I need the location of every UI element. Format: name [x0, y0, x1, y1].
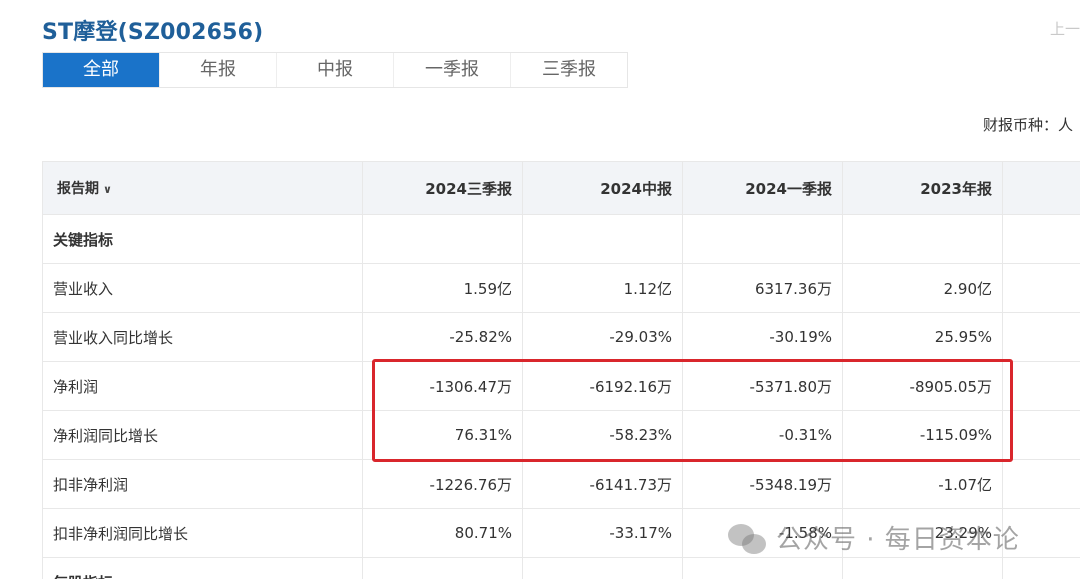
table-row: 净利润同比增长 76.31% -58.23% -0.31% -115.09%	[42, 410, 1080, 460]
tab-annual[interactable]: 年报	[160, 53, 277, 87]
column-header: 20	[1002, 161, 1080, 215]
column-header: 2024三季报	[362, 161, 523, 215]
table-cell: -30.19%	[682, 312, 843, 362]
tab-q1[interactable]: 一季报	[394, 53, 511, 87]
table-cell: 1.12亿	[522, 263, 683, 313]
table-cell	[1002, 312, 1080, 362]
table-cell: 25.95%	[842, 312, 1003, 362]
table-cell: 76.31%	[362, 410, 523, 460]
row-label: 扣非净利润同比增长	[42, 508, 363, 558]
table-cell	[682, 214, 843, 264]
table-cell	[1002, 263, 1080, 313]
table-cell	[522, 557, 683, 579]
column-header: 2024中报	[522, 161, 683, 215]
table-cell	[522, 214, 683, 264]
prev-link[interactable]: 上一	[1050, 18, 1080, 39]
row-label: 营业收入	[42, 263, 363, 313]
table-header-row: 报告期 ∨ 2024三季报 2024中报 2024一季报 2023年报 20	[42, 161, 1080, 215]
table-cell	[682, 557, 843, 579]
table-cell	[1002, 410, 1080, 460]
column-header: 2023年报	[842, 161, 1003, 215]
table-cell: -29.03%	[522, 312, 683, 362]
table-cell: -1306.47万	[362, 361, 523, 411]
table-cell: -1226.76万	[362, 459, 523, 509]
table-cell: -58.23%	[522, 410, 683, 460]
table-row: 每股指标	[42, 557, 1080, 579]
financial-table-container[interactable]: 报告期 ∨ 2024三季报 2024中报 2024一季报 2023年报 20 关键…	[42, 161, 1080, 579]
row-label: 扣非净利润	[42, 459, 363, 509]
table-cell: -5348.19万	[682, 459, 843, 509]
watermark: 公众号 · 每日资本论	[728, 519, 1020, 556]
page-title: ST摩登(SZ002656)	[42, 20, 264, 45]
report-type-tabs: 全部 年报 中报 一季报 三季报	[42, 52, 628, 88]
table-cell	[842, 214, 1003, 264]
row-label: 净利润同比增长	[42, 410, 363, 460]
report-period-label: 报告期	[57, 181, 99, 197]
column-header: 2024一季报	[682, 161, 843, 215]
table-cell	[842, 557, 1003, 579]
wechat-icon	[728, 520, 768, 556]
table-cell: -1.07亿	[842, 459, 1003, 509]
table-cell: -8905.05万	[842, 361, 1003, 411]
row-label: 每股指标	[42, 557, 363, 579]
table-row: 营业收入同比增长 -25.82% -29.03% -30.19% 25.95%	[42, 312, 1080, 362]
table-row: 扣非净利润 -1226.76万 -6141.73万 -5348.19万 -1.0…	[42, 459, 1080, 509]
chevron-down-icon: ∨	[103, 182, 112, 196]
table-cell: 6317.36万	[682, 263, 843, 313]
table-cell: 1.59亿	[362, 263, 523, 313]
tab-q3[interactable]: 三季报	[511, 53, 627, 87]
financial-report-page: ST摩登(SZ002656) 上一 全部 年报 中报 一季报 三季报 财报币种：…	[0, 0, 1080, 579]
table-cell: -(	[1002, 459, 1080, 509]
table-cell	[1002, 557, 1080, 579]
tab-interim[interactable]: 中报	[277, 53, 394, 87]
table-cell: -6141.73万	[522, 459, 683, 509]
table-row: 净利润 -1306.47万 -6192.16万 -5371.80万 -8905.…	[42, 361, 1080, 411]
watermark-text: 公众号 · 每日资本论	[776, 525, 1020, 555]
table-cell: 80.71%	[362, 508, 523, 558]
currency-label: 财报币种：人	[983, 116, 1074, 134]
row-label: 关键指标	[42, 214, 363, 264]
row-label: 营业收入同比增长	[42, 312, 363, 362]
table-cell: -6192.16万	[522, 361, 683, 411]
table-cell: -25.82%	[362, 312, 523, 362]
row-label: 净利润	[42, 361, 363, 411]
table-row: 营业收入 1.59亿 1.12亿 6317.36万 2.90亿	[42, 263, 1080, 313]
table-cell: 2.90亿	[842, 263, 1003, 313]
table-cell: -5371.80万	[682, 361, 843, 411]
table-cell	[362, 557, 523, 579]
tab-all[interactable]: 全部	[43, 53, 160, 87]
table-row: 关键指标	[42, 214, 1080, 264]
financial-table: 报告期 ∨ 2024三季报 2024中报 2024一季报 2023年报 20 关键…	[42, 161, 1080, 579]
table-cell	[362, 214, 523, 264]
report-period-header[interactable]: 报告期 ∨	[42, 161, 363, 215]
table-cell: -33.17%	[522, 508, 683, 558]
table-cell: -0.31%	[682, 410, 843, 460]
table-cell: -115.09%	[842, 410, 1003, 460]
table-cell	[1002, 214, 1080, 264]
table-cell: -	[1002, 361, 1080, 411]
